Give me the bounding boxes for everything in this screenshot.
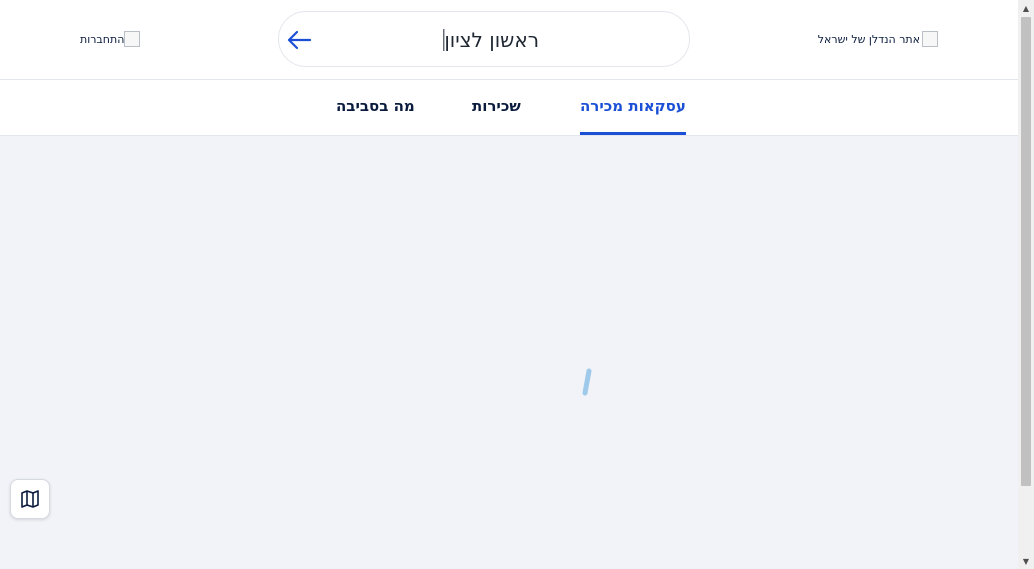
content-area — [0, 136, 1018, 569]
scroll-down-arrow-icon[interactable]: ▼ — [1018, 553, 1034, 569]
broken-image-icon — [124, 31, 141, 47]
broken-image-icon — [922, 31, 938, 47]
loading-spinner-icon — [582, 368, 592, 396]
vertical-scrollbar[interactable]: ▲ ▼ — [1018, 0, 1034, 569]
site-logo[interactable]: אתר הנדלן של ישראל — [818, 31, 938, 47]
text-caret — [443, 29, 445, 51]
search-input[interactable]: ראשון לציון — [443, 28, 539, 52]
login-alt-text: התחברות — [80, 32, 125, 46]
search-submit-button[interactable] — [283, 24, 315, 56]
scroll-up-arrow-icon[interactable]: ▲ — [1018, 0, 1034, 16]
login-link[interactable]: התחברות — [80, 31, 141, 47]
arrow-left-icon — [287, 30, 312, 50]
tab-rentals[interactable]: שכירות — [472, 97, 521, 135]
header: אתר הנדלן של ישראל ראשון לציון התחברות — [0, 0, 1018, 80]
search-input-value: ראשון לציון — [444, 28, 539, 52]
map-icon — [21, 490, 39, 508]
tab-sales-deals[interactable]: עסקאות מכירה — [580, 97, 686, 135]
logo-alt-text: אתר הנדלן של ישראל — [817, 32, 920, 46]
search-box[interactable]: ראשון לציון — [278, 11, 690, 67]
map-view-button[interactable] — [10, 479, 50, 519]
tab-bar: עסקאות מכירה שכירות מה בסביבה — [0, 80, 1018, 136]
scrollbar-thumb[interactable] — [1021, 17, 1031, 486]
tab-nearby[interactable]: מה בסביבה — [336, 97, 415, 135]
